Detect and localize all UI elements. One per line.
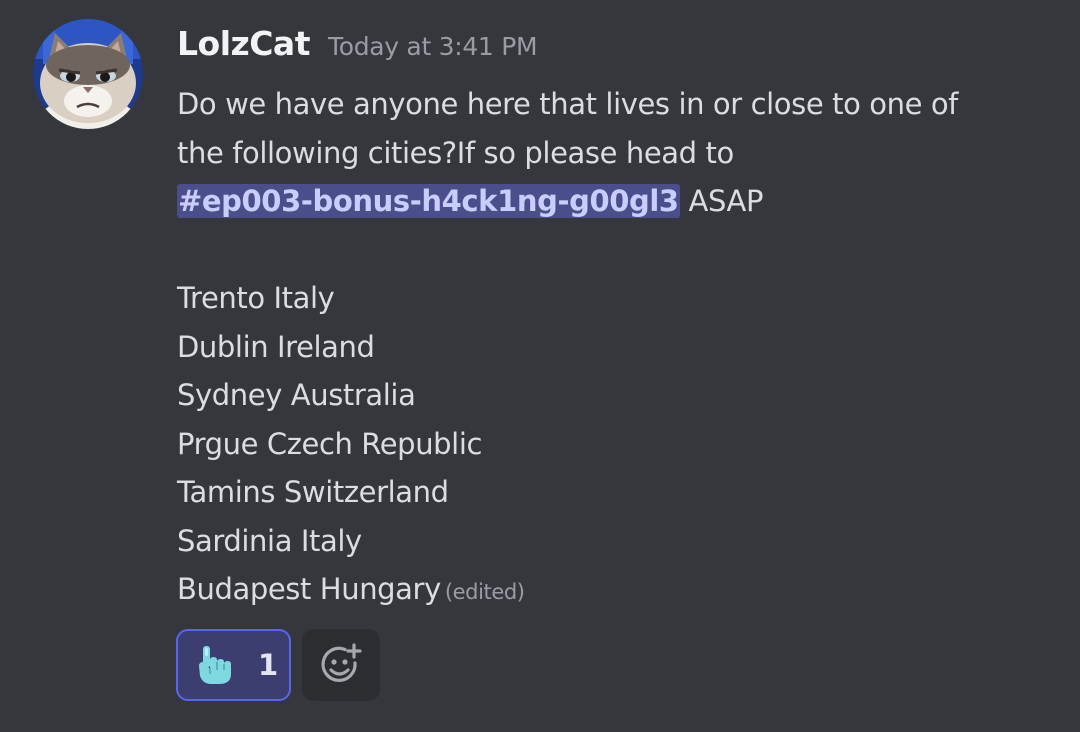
reaction-count: 1 bbox=[258, 648, 279, 682]
city-line: Sydney Australia bbox=[177, 378, 416, 412]
city-line: Sardinia Italy bbox=[177, 523, 362, 558]
message-text-fragment: ASAP bbox=[688, 184, 764, 218]
city-line: Budapest Hungary (edited) bbox=[177, 565, 1057, 617]
pointing-hand-icon bbox=[199, 646, 231, 684]
grumpy-cat-avatar-icon bbox=[33, 19, 143, 129]
city-line: Trento Italy bbox=[177, 281, 335, 315]
city-line: Prgue Czech Republic bbox=[177, 426, 483, 461]
city-text: Budapest Hungary bbox=[177, 572, 441, 606]
message-header: LolzCat Today at 3:41 PM bbox=[177, 24, 538, 80]
message-text-line: #ep003-bonus-h4ck1ng-g00gl3 ASAP bbox=[177, 177, 1057, 226]
timestamp[interactable]: Today at 3:41 PM bbox=[328, 32, 538, 61]
add-reaction-button[interactable] bbox=[302, 629, 380, 701]
avatar[interactable] bbox=[33, 19, 143, 129]
username[interactable]: LolzCat bbox=[177, 24, 310, 63]
reactions-bar: 1 bbox=[176, 629, 380, 701]
channel-mention-link[interactable]: #ep003-bonus-h4ck1ng-g00gl3 bbox=[177, 184, 680, 218]
message-content: Do we have anyone here that lives in or … bbox=[177, 80, 1057, 617]
reaction-button[interactable]: 1 bbox=[176, 629, 291, 701]
edited-label: (edited) bbox=[444, 580, 525, 604]
chat-message: LolzCat Today at 3:41 PM Do we have anyon… bbox=[0, 0, 1080, 732]
message-text-line: Do we have anyone here that lives in or … bbox=[177, 87, 958, 121]
add-emoji-icon bbox=[321, 643, 362, 682]
city-line: Tamins Switzerland bbox=[177, 475, 449, 509]
city-line: Dublin Ireland bbox=[177, 329, 375, 364]
message-text-line: the following cities?If so please head t… bbox=[177, 135, 734, 170]
